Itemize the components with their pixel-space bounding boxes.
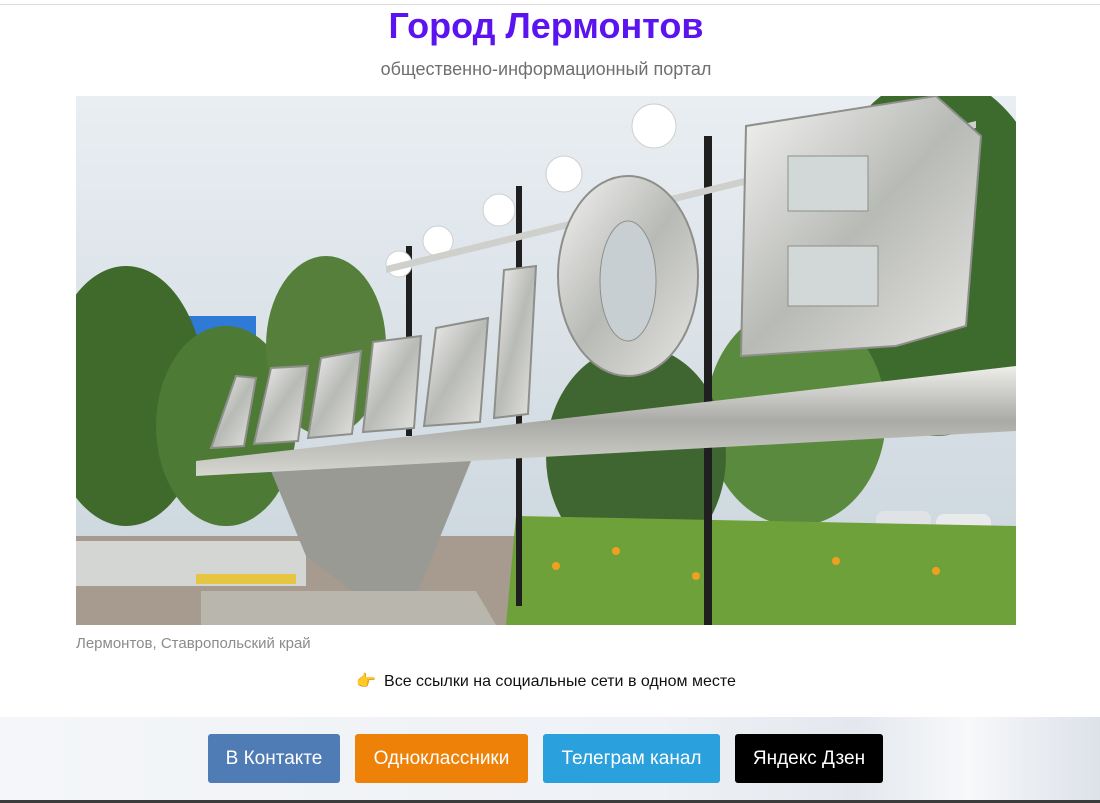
pointing-hand-icon: 👉	[356, 673, 377, 690]
hero-photo	[76, 96, 1016, 625]
site-subtitle: общественно-информационный портал	[380, 59, 712, 79]
social-intro: 👉 Все ссылки на социальные сети в одном м…	[0, 672, 1092, 692]
site-title[interactable]: Город Лермонтов	[0, 6, 1092, 46]
city-sign-illustration	[76, 96, 1016, 625]
social-intro-text: Все ссылки на социальные сети в одном ме…	[384, 673, 736, 690]
odnoklassniki-button[interactable]: Одноклассники	[355, 734, 528, 783]
photo-caption: Лермонтов, Ставропольский край	[76, 635, 311, 652]
telegram-channel-button[interactable]: Телеграм канал	[543, 734, 720, 783]
yandex-zen-button[interactable]: Яндекс Дзен	[735, 734, 883, 783]
vkontakte-button[interactable]: В Контакте	[208, 734, 340, 783]
